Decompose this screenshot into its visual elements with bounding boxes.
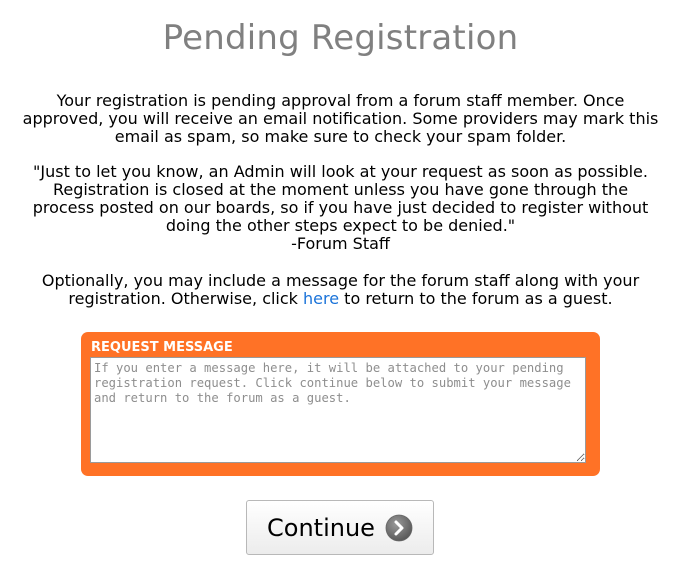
page-title: Pending Registration [162, 18, 519, 58]
optional-message-notice: Optionally, you may include a message fo… [20, 272, 661, 308]
request-message-panel: REQUEST MESSAGE [81, 332, 600, 476]
request-message-label: REQUEST MESSAGE [91, 340, 233, 355]
continue-button[interactable]: Continue [246, 500, 434, 555]
arrow-right-circle-icon [385, 514, 413, 542]
registration-pending-notice: Your registration is pending approval fr… [22, 91, 659, 146]
staff-message-quote: "Just to let you know, an Admin will loo… [32, 162, 649, 235]
optional-text-after: to return to the forum as a guest. [339, 289, 613, 308]
request-message-textarea[interactable] [90, 357, 586, 463]
continue-button-label: Continue [267, 513, 375, 542]
return-as-guest-link[interactable]: here [303, 289, 339, 308]
staff-message: "Just to let you know, an Admin will loo… [20, 163, 661, 253]
staff-message-signature: -Forum Staff [291, 234, 390, 253]
